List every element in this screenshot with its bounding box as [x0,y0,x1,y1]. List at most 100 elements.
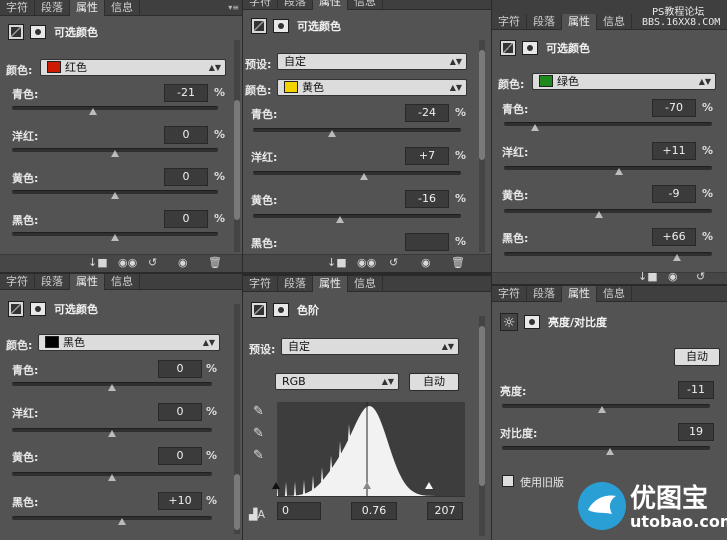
brightness-slider[interactable] [502,404,710,408]
tab-info[interactable]: 信息 [348,276,383,292]
auto-button[interactable]: 自动 [409,373,459,391]
black-input[interactable]: +66 [652,228,696,246]
clip-to-layer-icon[interactable]: ↓■ [638,270,658,284]
yellow-slider-thumb[interactable] [336,216,345,223]
trash-icon[interactable]: 🗑 [208,256,222,270]
cyan-input[interactable]: -70 [652,99,696,117]
yellow-input[interactable]: 0 [164,168,208,186]
preset-select[interactable]: 自定 ▲▼ [277,53,467,70]
cyan-slider[interactable] [12,106,218,110]
black-slider-thumb[interactable] [672,254,681,261]
clip-to-layer-icon[interactable]: ↓■ [327,256,347,270]
tab-character[interactable]: 字符 [243,0,278,10]
tab-properties[interactable]: 属性 [562,286,597,302]
cyan-slider-thumb[interactable] [328,130,337,137]
black-input[interactable] [405,233,449,251]
black-slider[interactable] [12,516,212,520]
view-previous-icon[interactable]: ◉ [668,270,678,284]
visibility-eye-icon[interactable]: ◉ [178,256,188,270]
cyan-input[interactable]: 0 [158,360,202,378]
mask-icon[interactable] [273,19,289,33]
cyan-input[interactable]: -24 [405,104,449,122]
auto-button[interactable]: 自动 [674,348,720,366]
view-previous-icon[interactable]: ◉◉ [118,256,137,270]
tab-properties[interactable]: 属性 [313,276,348,292]
mask-icon[interactable] [30,25,46,39]
magenta-slider-thumb[interactable] [360,173,369,180]
yellow-slider-thumb[interactable] [111,192,119,199]
scrollbar-thumb[interactable] [479,50,485,160]
scrollbar-thumb[interactable] [234,474,240,530]
color-select[interactable]: 红色 ▲▼ [40,59,226,76]
panel-menu-icon[interactable]: ▾≡ [228,2,239,14]
tab-info[interactable]: 信息 [597,286,632,302]
magenta-slider[interactable] [504,166,712,170]
scrollbar[interactable] [479,40,485,252]
preset-select[interactable]: 自定 ▲▼ [281,338,459,355]
visibility-eye-icon[interactable]: ◉ [421,256,431,270]
tab-properties[interactable]: 属性 [562,14,597,30]
yellow-input[interactable]: -9 [652,185,696,203]
cyan-slider-thumb[interactable] [89,108,98,115]
white-point-eyedropper-icon[interactable]: ✎ [253,448,264,463]
black-input-handle[interactable] [272,482,280,489]
tab-info[interactable]: 信息 [105,0,140,16]
tab-paragraph[interactable]: 段落 [527,14,562,30]
input-slider-track[interactable] [277,496,465,497]
mask-icon[interactable] [522,41,538,55]
gray-point-eyedropper-icon[interactable]: ✎ [253,426,264,441]
magenta-slider-thumb[interactable] [111,150,119,157]
scrollbar-thumb[interactable] [234,100,240,220]
scrollbar[interactable] [479,316,485,536]
black-input[interactable]: 0 [164,210,208,228]
tab-info[interactable]: 信息 [597,14,632,30]
trash-icon[interactable]: 🗑 [451,256,465,270]
tab-paragraph[interactable]: 段落 [278,0,313,10]
color-select[interactable]: 黑色 ▲▼ [38,334,220,351]
view-previous-icon[interactable]: ◉◉ [357,256,376,270]
tab-properties[interactable]: 属性 [313,0,348,10]
magenta-input[interactable]: +7 [405,147,449,165]
scrollbar-thumb[interactable] [479,326,485,486]
scrollbar[interactable] [234,304,240,534]
magenta-input[interactable]: +11 [652,142,696,160]
white-input-handle[interactable] [425,482,433,489]
brightness-input[interactable]: -11 [678,381,714,399]
yellow-slider-thumb[interactable] [594,211,603,218]
mask-icon[interactable] [273,303,289,317]
magenta-slider[interactable] [253,171,461,175]
tab-character[interactable]: 字符 [0,274,35,290]
tab-paragraph[interactable]: 段落 [527,286,562,302]
black-slider-thumb[interactable] [118,518,126,525]
color-select[interactable]: 绿色 ▲▼ [532,73,716,90]
contrast-input[interactable]: 19 [678,423,714,441]
cyan-slider[interactable] [253,128,461,132]
cyan-input[interactable]: -21 [164,84,208,102]
black-input[interactable]: +10 [158,492,202,510]
gray-input-handle[interactable] [363,482,371,489]
yellow-slider[interactable] [504,209,712,213]
magenta-slider-thumb[interactable] [615,168,624,175]
tab-character[interactable]: 字符 [492,286,527,302]
black-point-eyedropper-icon[interactable]: ✎ [253,404,264,419]
yellow-input[interactable]: -16 [405,190,449,208]
tab-paragraph[interactable]: 段落 [35,0,70,16]
tab-character[interactable]: 字符 [492,14,527,30]
black-slider[interactable] [504,252,712,256]
tab-info[interactable]: 信息 [348,0,383,10]
yellow-slider-thumb[interactable] [108,474,116,481]
tab-paragraph[interactable]: 段落 [278,276,313,292]
tab-character[interactable]: 字符 [0,0,35,16]
black-slider-thumb[interactable] [111,234,119,241]
tab-character[interactable]: 字符 [243,276,278,292]
reset-icon[interactable]: ↺ [696,270,705,284]
cyan-slider-thumb[interactable] [108,384,116,391]
channel-select[interactable]: RGB ▲▼ [275,373,399,390]
brightness-slider-thumb[interactable] [597,406,606,413]
magenta-input[interactable]: 0 [164,126,208,144]
input-white-value[interactable]: 207 [427,502,463,520]
magenta-input[interactable]: 0 [158,403,202,421]
tab-info[interactable]: 信息 [105,274,140,290]
tab-properties[interactable]: 属性 [70,0,105,16]
yellow-slider[interactable] [253,214,461,218]
